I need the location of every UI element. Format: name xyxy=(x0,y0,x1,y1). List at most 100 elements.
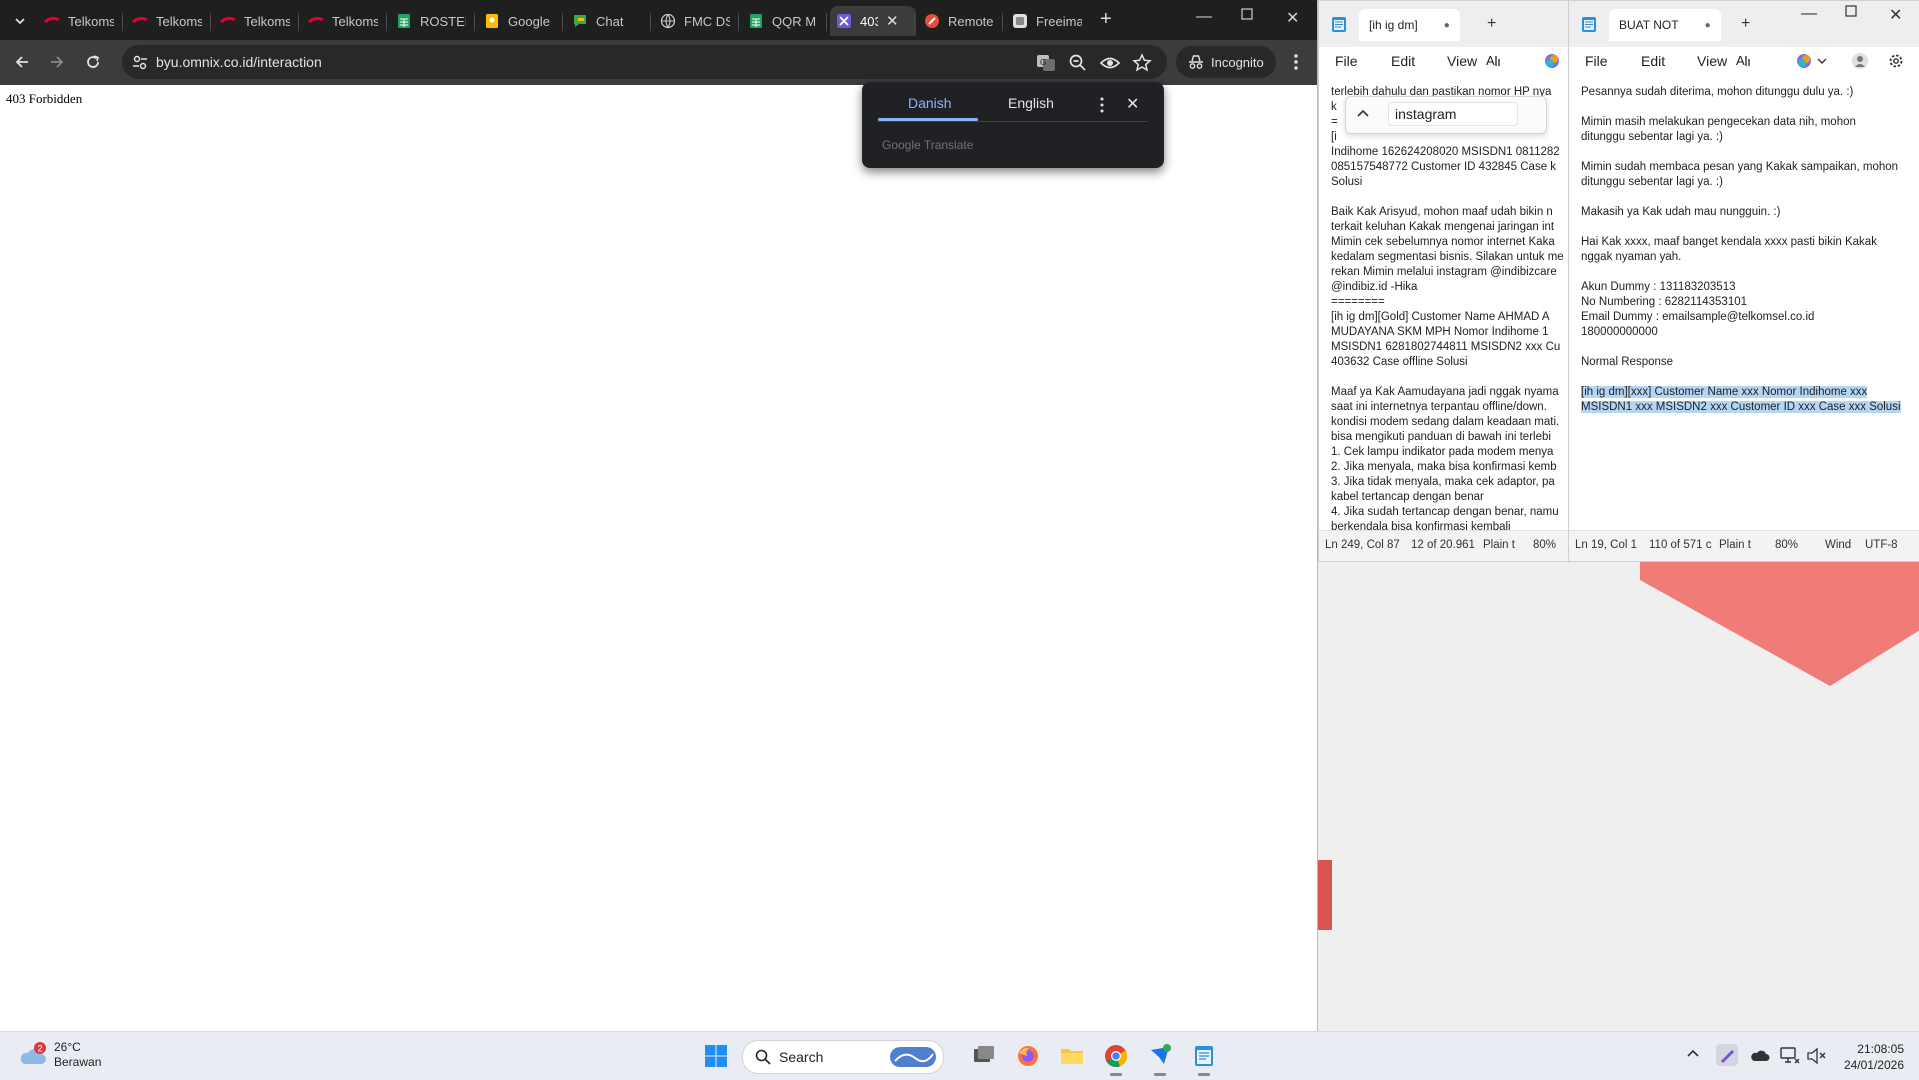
gear-icon[interactable] xyxy=(1887,52,1905,70)
zoom-icon[interactable] xyxy=(1068,53,1088,73)
text-line: 1. Cek lampu indikator pada modem menya xyxy=(1331,446,1554,458)
reload-button[interactable] xyxy=(82,51,104,73)
browser-tab[interactable]: Remote xyxy=(918,6,1004,36)
taskbar-search-box[interactable]: Search xyxy=(742,1040,944,1074)
notepad-text-area[interactable]: Pesannya sudah diterima, mohon ditunggu … xyxy=(1581,85,1919,415)
browser-tab[interactable]: Telkomsel xyxy=(302,6,388,36)
system-clock[interactable]: 21:08:05 24/01/2026 xyxy=(1834,1041,1904,1073)
notepad-tab[interactable]: BUAT NOT ● xyxy=(1609,9,1721,41)
tab-title: ROSTER xyxy=(420,13,466,29)
globe-icon xyxy=(660,13,676,29)
text-line: 085157548772 Customer ID 432845 Case k xyxy=(1331,161,1557,173)
text-line: Email Dummy : emailsample@telkomsel.co.i… xyxy=(1581,311,1815,323)
browser-tab[interactable]: Chat xyxy=(566,6,652,36)
eye-icon[interactable] xyxy=(1100,53,1120,73)
file-explorer-icon[interactable] xyxy=(1060,1044,1084,1068)
active-app-indicator xyxy=(1110,1073,1122,1076)
translate-icon[interactable]: G xyxy=(1036,53,1056,73)
encoding: UTF-8 xyxy=(1865,539,1898,551)
menu-file[interactable]: File xyxy=(1335,53,1358,69)
text-line: Hai Kak xxxx, maaf banget kendala xxxx p… xyxy=(1581,236,1877,248)
tab-title: Telkomsel xyxy=(156,13,202,29)
browser-tab[interactable]: Freeima xyxy=(1006,6,1092,36)
chrome-icon[interactable] xyxy=(1104,1044,1128,1068)
new-tab-button[interactable]: + xyxy=(1100,9,1112,29)
svg-text:G: G xyxy=(1040,58,1046,67)
url-text[interactable]: byu.omnix.co.id/interaction xyxy=(156,54,322,70)
translate-close-button[interactable]: ✕ xyxy=(1126,94,1139,114)
browser-tab[interactable]: Telkomsel xyxy=(214,6,300,36)
incognito-indicator[interactable]: Incognito xyxy=(1176,46,1276,78)
tab-strip: Telkomsel Telkomsel Telkomsel Telkomsel ROST… xyxy=(0,0,1317,40)
copilot-icon[interactable] xyxy=(1795,52,1813,70)
notepad-new-tab-button[interactable]: + xyxy=(1487,15,1496,33)
minimize-button[interactable]: — xyxy=(1196,8,1212,26)
network-icon[interactable] xyxy=(1780,1047,1800,1065)
translate-target-tab[interactable]: English xyxy=(1008,95,1054,111)
reload-icon xyxy=(87,55,99,68)
browser-tab[interactable]: Google xyxy=(478,6,564,36)
account-icon[interactable] xyxy=(1851,52,1869,70)
text-line: Mimin sudah membaca pesan yang Kakak sam… xyxy=(1581,161,1899,173)
maximize-button[interactable] xyxy=(1845,5,1857,17)
weather-widget[interactable]: 2 26°C Berawan xyxy=(18,1040,101,1070)
browser-tab[interactable]: 403 ✕ xyxy=(830,6,916,36)
tab-title: Freeima xyxy=(1036,13,1082,29)
tab-separator xyxy=(1002,13,1003,31)
onedrive-cloud-icon[interactable] xyxy=(1750,1047,1770,1063)
address-bar[interactable]: byu.omnix.co.id/interaction G xyxy=(122,45,1167,79)
translate-source-tab[interactable]: Danish xyxy=(908,95,952,111)
browser-tab[interactable]: FMC DS xyxy=(654,6,740,36)
notepad-taskbar-icon[interactable] xyxy=(1192,1044,1216,1068)
browser-tab[interactable]: Telkomsel xyxy=(126,6,212,36)
chevron-down-icon[interactable] xyxy=(1817,56,1827,66)
browser-tab[interactable]: QQR M xyxy=(742,6,828,36)
selection-count: 12 of 20.961 xyxy=(1411,539,1475,551)
task-view-icon[interactable] xyxy=(972,1044,996,1068)
more-options-icon[interactable] xyxy=(1286,52,1306,72)
speaker-muted-icon[interactable] xyxy=(1806,1047,1826,1065)
notepad-tab[interactable]: [ih ig dm] ● xyxy=(1359,9,1460,41)
text-line: Mimin cek sebelumnya nomor internet Kaka xyxy=(1331,236,1555,248)
font-settings-icon[interactable]: A xyxy=(1485,51,1503,69)
text-line: kedalam segmentasi bisnis. Silakan untuk… xyxy=(1331,251,1564,263)
bookmark-star-icon[interactable] xyxy=(1132,53,1152,73)
text-line: @indibiz.id -Hika xyxy=(1331,281,1418,293)
text-line: Indihome 162624208020 MSISDN1 0811282 xyxy=(1331,146,1560,158)
close-window-button[interactable]: ✕ xyxy=(1889,5,1902,25)
text-line: nggak nyaman yah. xyxy=(1581,251,1682,263)
font-settings-icon[interactable]: A xyxy=(1735,51,1753,69)
close-window-button[interactable]: ✕ xyxy=(1286,8,1299,28)
remote-icon xyxy=(925,14,939,28)
notepad-text-area[interactable]: terlebih dahulu dan pastikan nomor HP ny… xyxy=(1331,85,1569,535)
forward-button[interactable] xyxy=(46,51,68,73)
translate-options-icon[interactable] xyxy=(1096,96,1108,114)
menu-view[interactable]: View xyxy=(1447,53,1477,69)
chevron-up-icon[interactable] xyxy=(1686,1047,1700,1061)
tab-search-button[interactable] xyxy=(8,9,32,33)
menu-edit[interactable]: Edit xyxy=(1641,53,1665,69)
minimize-button[interactable]: — xyxy=(1801,5,1817,23)
site-info-icon xyxy=(133,55,147,70)
notepad-new-tab-button[interactable]: + xyxy=(1741,15,1750,33)
menu-file[interactable]: File xyxy=(1585,53,1608,69)
firefox-icon[interactable] xyxy=(1016,1044,1040,1068)
tab-separator xyxy=(298,13,299,31)
menu-edit[interactable]: Edit xyxy=(1391,53,1415,69)
browser-tab[interactable]: ROSTER xyxy=(390,6,476,36)
browser-tab[interactable]: Telkomsel xyxy=(38,6,124,36)
find-input[interactable] xyxy=(1388,102,1518,126)
close-tab-button[interactable]: ✕ xyxy=(886,12,899,30)
windows-start-icon[interactable] xyxy=(704,1044,728,1068)
menu-view[interactable]: View xyxy=(1697,53,1727,69)
text-line: 4. Jika sudah tertancap dengan benar, na… xyxy=(1331,506,1559,518)
maximize-button[interactable] xyxy=(1241,8,1253,20)
copilot-icon[interactable] xyxy=(1543,52,1561,70)
chevron-up-icon[interactable] xyxy=(1356,107,1370,121)
text-line: Pesannya sudah diterima, mohon ditunggu … xyxy=(1581,86,1854,98)
back-button[interactable] xyxy=(11,51,33,73)
notepad-tab-title: BUAT NOT xyxy=(1619,18,1679,32)
text-line: [ih ig dm][Gold] Customer Name AHMAD A xyxy=(1331,311,1550,323)
pen-icon[interactable] xyxy=(1716,1044,1738,1066)
remote-desktop-icon[interactable] xyxy=(1148,1044,1172,1068)
